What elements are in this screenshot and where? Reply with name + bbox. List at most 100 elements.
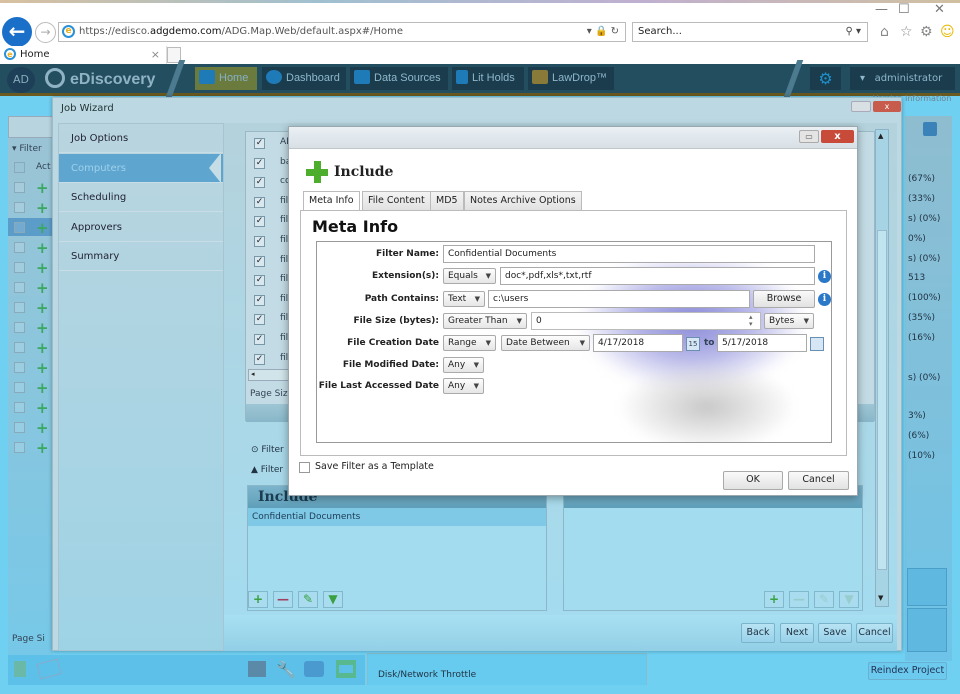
back-button[interactable]: ← xyxy=(2,17,32,47)
row-checkbox-checked[interactable]: ✓ xyxy=(254,294,265,306)
wizard-step-job-options[interactable]: Job Options xyxy=(59,124,223,153)
plus-icon[interactable]: + xyxy=(36,399,49,417)
plus-icon[interactable]: + xyxy=(36,179,49,197)
plus-icon[interactable]: + xyxy=(36,339,49,357)
close-window-icon[interactable]: ✕ xyxy=(934,2,945,17)
plus-icon[interactable]: + xyxy=(36,259,49,277)
plus-icon[interactable]: + xyxy=(36,319,49,337)
file-size-input[interactable]: 0 xyxy=(531,312,761,330)
select-all-checkbox[interactable] xyxy=(14,162,25,173)
save-report-icon[interactable] xyxy=(923,122,937,136)
plus-icon[interactable]: + xyxy=(36,279,49,297)
row-checkbox[interactable] xyxy=(14,342,25,353)
scrollbar-thumb[interactable] xyxy=(877,230,887,570)
row-checkbox-checked[interactable]: ✓ xyxy=(254,196,265,208)
vertical-scrollbar[interactable]: ▲ ▼ xyxy=(875,129,889,607)
plus-icon[interactable]: + xyxy=(36,219,49,237)
plus-icon[interactable]: + xyxy=(36,439,49,457)
path-input[interactable]: c:\users xyxy=(488,290,750,308)
wizard-step-approvers[interactable]: Approvers xyxy=(59,213,223,242)
calendar-icon[interactable] xyxy=(810,337,824,351)
wizard-step-scheduling[interactable]: Scheduling xyxy=(59,183,223,212)
browser-search-input[interactable]: Search... ⚲ ▾ xyxy=(632,22,868,42)
save-template-checkbox[interactable] xyxy=(299,462,310,473)
spinner-arrows-icon[interactable]: ▴ ▾ xyxy=(749,314,753,328)
puzzle-icon[interactable] xyxy=(248,661,266,677)
browse-button[interactable]: Browse xyxy=(753,290,815,308)
row-checkbox-checked[interactable]: ✓ xyxy=(254,157,265,169)
save-button[interactable]: Save xyxy=(818,623,852,643)
feedback-smiley-icon[interactable]: ☺ xyxy=(940,24,955,40)
forward-button[interactable]: → xyxy=(35,22,56,43)
handshake-icon[interactable] xyxy=(304,661,324,677)
row-checkbox[interactable] xyxy=(14,222,25,233)
row-checkbox[interactable] xyxy=(14,282,25,293)
wizard-step-summary[interactable]: Summary xyxy=(59,242,223,271)
row-checkbox[interactable] xyxy=(14,182,25,193)
calendar-icon[interactable]: 15 xyxy=(686,337,700,351)
user-menu[interactable]: ▾ administrator xyxy=(850,67,955,90)
row-checkbox[interactable] xyxy=(14,402,25,413)
remove-exclude-button[interactable]: — xyxy=(789,591,809,608)
tab-notes-archive-options[interactable]: Notes Archive Options xyxy=(464,191,582,210)
wizard-close-button[interactable]: x xyxy=(873,101,901,112)
search-icon[interactable]: ⚲ ▾ xyxy=(845,23,861,41)
lock-refresh-icons[interactable]: ▾ 🔒 ↻ xyxy=(587,23,619,41)
remove-include-button[interactable]: — xyxy=(273,591,293,608)
radio-selected-icon[interactable]: ⊙ xyxy=(251,445,259,455)
info-icon[interactable]: i xyxy=(818,270,831,283)
plus-icon[interactable]: + xyxy=(36,419,49,437)
row-checkbox-checked[interactable]: ✓ xyxy=(254,353,265,365)
add-exclude-button[interactable]: + xyxy=(764,591,784,608)
plus-icon[interactable]: + xyxy=(36,199,49,217)
scroll-up-icon[interactable]: ▲ xyxy=(878,132,883,140)
nav-home[interactable]: Home xyxy=(195,67,257,90)
file-size-unit-select[interactable]: Bytes ▼ xyxy=(764,313,814,329)
plus-icon[interactable]: + xyxy=(36,239,49,257)
row-checkbox[interactable] xyxy=(14,362,25,373)
cancel-button[interactable]: Cancel xyxy=(856,623,893,643)
pillar-icon[interactable] xyxy=(336,660,356,678)
settings-gear-button[interactable]: ⚙ xyxy=(810,67,841,90)
creation-mode-select[interactable]: Range ▼ xyxy=(443,335,496,351)
row-checkbox-checked[interactable]: ✓ xyxy=(254,236,265,247)
settings-gear-icon[interactable]: ⚙ xyxy=(920,24,933,40)
plus-icon[interactable]: + xyxy=(36,299,49,317)
dialog-restore-button[interactable]: ▭ xyxy=(799,130,819,143)
tab-file-content[interactable]: File Content xyxy=(362,191,431,210)
row-checkbox[interactable] xyxy=(14,422,25,433)
tab-meta-info[interactable]: Meta Info xyxy=(303,191,360,211)
row-checkbox-checked[interactable]: ✓ xyxy=(254,314,265,326)
scroll-down-icon[interactable]: ▼ xyxy=(878,594,883,602)
creation-operator-select[interactable]: Date Between ▼ xyxy=(501,335,590,351)
edit-include-button[interactable]: ✎ xyxy=(298,591,318,608)
include-filter-item[interactable]: Confidential Documents xyxy=(248,508,546,526)
extensions-operator-select[interactable]: Equals ▼ xyxy=(443,268,496,284)
modified-date-select[interactable]: Any ▼ xyxy=(443,357,484,373)
row-checkbox-checked[interactable]: ✓ xyxy=(254,138,265,149)
add-include-button[interactable]: + xyxy=(248,591,268,608)
minimize-window-icon[interactable]: — xyxy=(875,2,888,17)
nav-data-sources[interactable]: Data Sources xyxy=(350,67,448,90)
nav-lit-holds[interactable]: Lit Holds xyxy=(452,67,524,90)
row-checkbox[interactable] xyxy=(14,322,25,333)
back-button[interactable]: Back xyxy=(741,623,775,643)
row-checkbox-checked[interactable]: ✓ xyxy=(254,334,265,345)
ok-button[interactable]: OK xyxy=(723,471,783,490)
reindex-project-button[interactable]: Reindex Project xyxy=(868,662,947,680)
nav-dashboard[interactable]: Dashboard xyxy=(262,67,346,90)
address-bar[interactable]: e https://edisco.adgdemo.com/ADG.Map.Web… xyxy=(58,22,626,42)
info-icon[interactable]: i xyxy=(818,293,831,306)
wizard-step-computers[interactable]: Computers xyxy=(59,153,223,183)
move-down-include-button[interactable]: ▼ xyxy=(323,591,343,608)
plus-icon[interactable]: + xyxy=(36,379,49,397)
row-checkbox[interactable] xyxy=(14,202,25,213)
trash-icon[interactable] xyxy=(14,661,26,677)
wizard-minimize-button[interactable] xyxy=(851,101,871,112)
maximize-window-icon[interactable]: ☐ xyxy=(898,2,910,17)
row-checkbox[interactable] xyxy=(14,442,25,453)
creation-from-date-input[interactable]: 4/17/2018 xyxy=(593,334,683,352)
browser-tab-home[interactable]: e Home × xyxy=(2,46,167,64)
creation-to-date-input[interactable]: 5/17/2018 xyxy=(717,334,807,352)
save-template-label[interactable]: Save Filter as a Template xyxy=(315,461,434,472)
